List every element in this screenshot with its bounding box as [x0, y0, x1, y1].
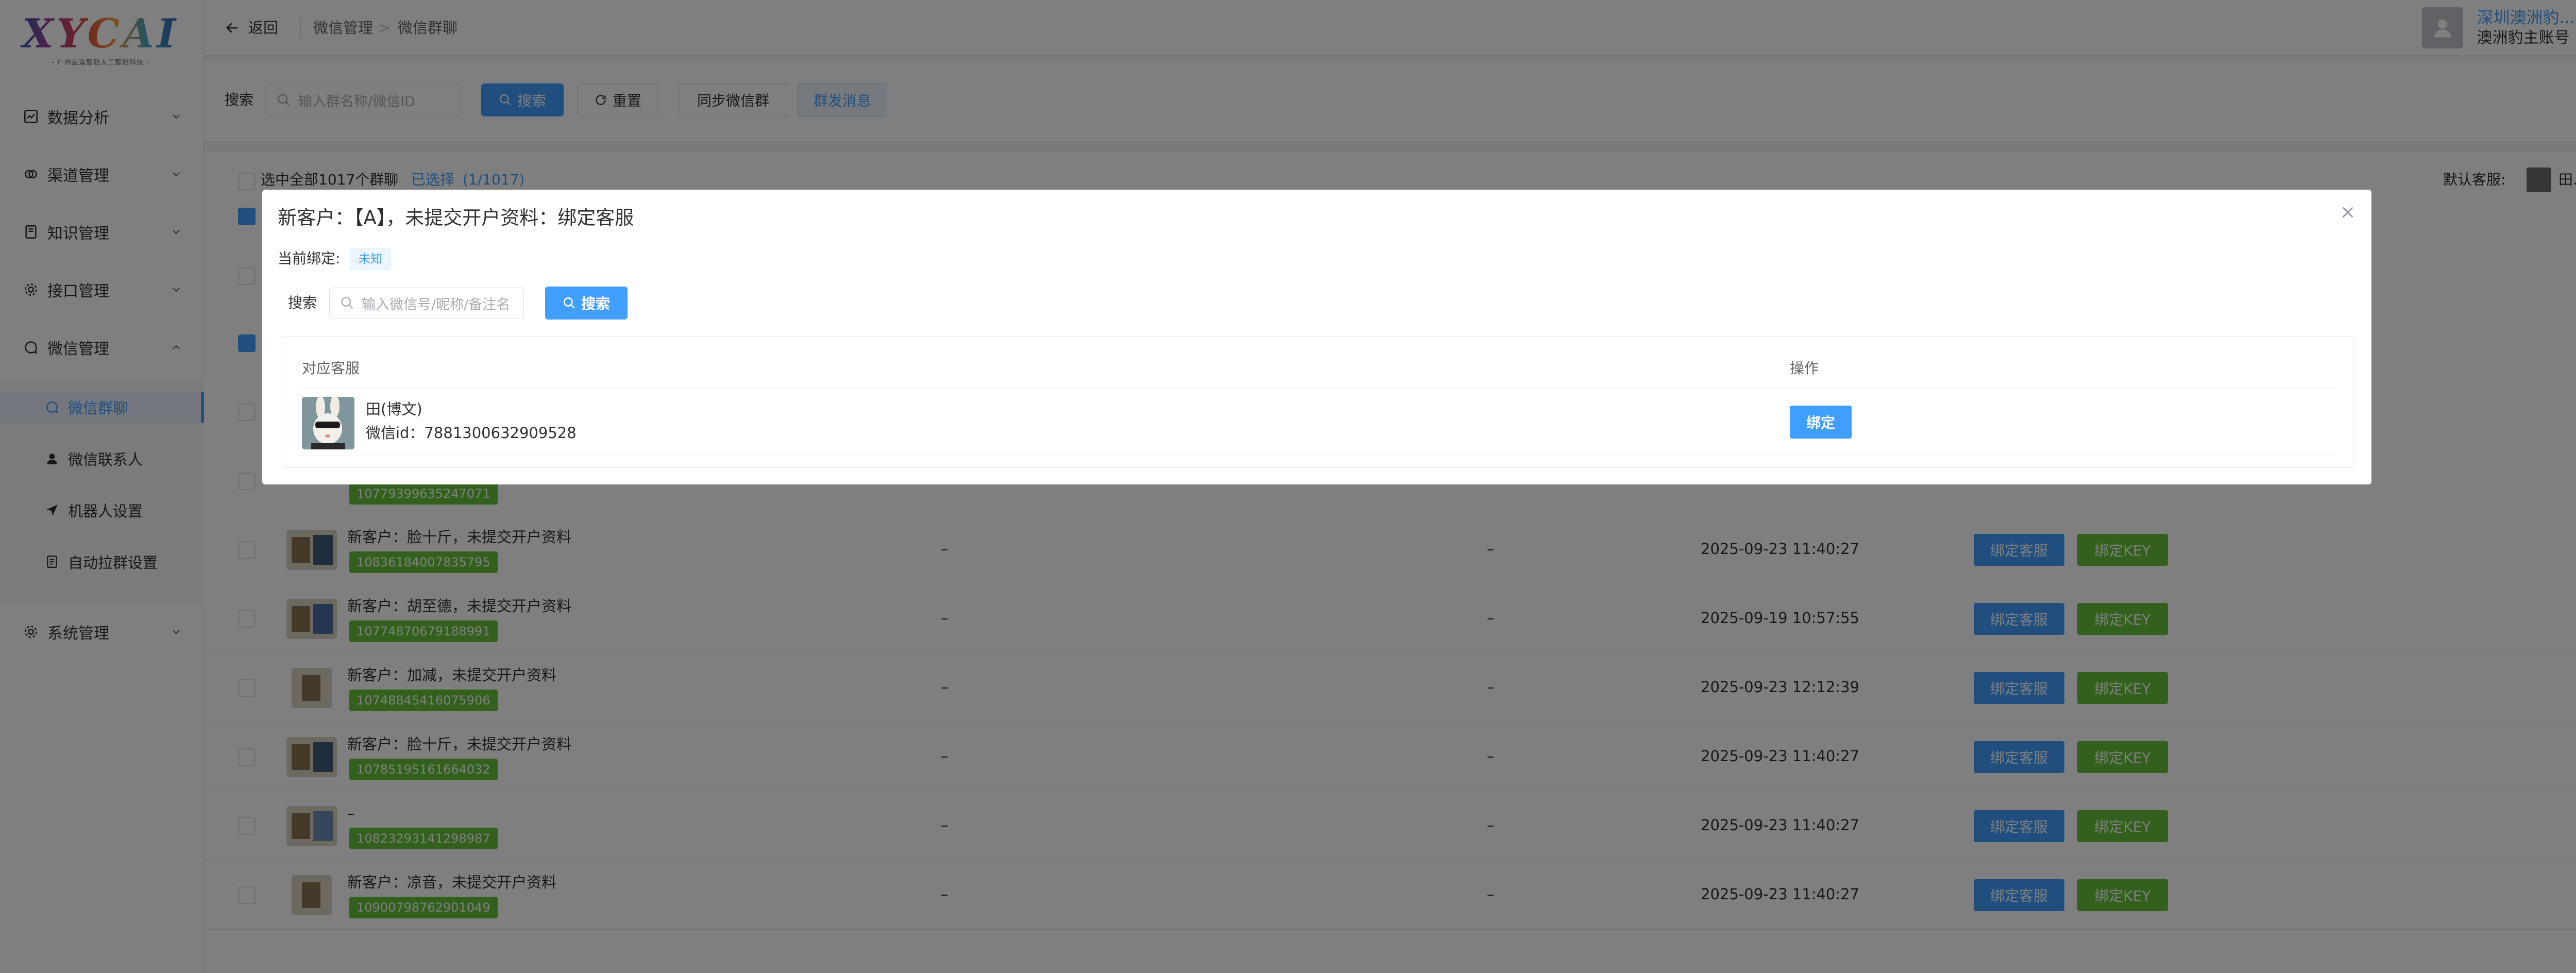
col-agent-header: 对应客服 [302, 360, 360, 377]
agent-search-button[interactable]: 搜索 [545, 287, 628, 320]
search-icon [341, 297, 353, 309]
agent-wechat-id: 微信id：7881300632909528 [366, 422, 577, 444]
agent-search-button-label: 搜索 [581, 295, 610, 312]
app-root: XYCAI - 广州星遥智能人工智能科技 - 数据分析 渠道管理 知识管理 接口… [0, 0, 2576, 973]
agent-id-value: 7881300632909528 [424, 424, 577, 442]
bind-button[interactable]: 绑定 [1790, 406, 1852, 439]
current-binding-label: 当前绑定: [278, 250, 341, 267]
close-icon[interactable] [2340, 204, 2356, 221]
current-binding-badge: 未知 [350, 248, 391, 270]
bind-agent-dialog: 新客户：【A】，未提交开户资料：绑定客服 当前绑定: 未知 搜索 输入微信号/昵… [262, 190, 2371, 484]
dialog-search-label: 搜索 [288, 294, 317, 311]
col-action-header: 操作 [1790, 360, 1819, 377]
agent-name: 田(博文) [366, 400, 422, 418]
agent-avatar [302, 397, 354, 449]
modal-overlay[interactable] [0, 0, 2576, 973]
agent-search-input[interactable]: 输入微信号/昵称/备注名 [329, 288, 524, 318]
agent-table: 对应客服 操作 田(博文) 微信id：7881300632909528 绑定 [281, 336, 2354, 468]
header-divider [300, 388, 2336, 389]
agent-search-placeholder: 输入微信号/昵称/备注名 [362, 296, 511, 313]
dialog-title: 新客户：【A】，未提交开户资料：绑定客服 [278, 207, 634, 229]
agent-id-label: 微信id： [366, 424, 425, 442]
search-icon [563, 297, 575, 309]
